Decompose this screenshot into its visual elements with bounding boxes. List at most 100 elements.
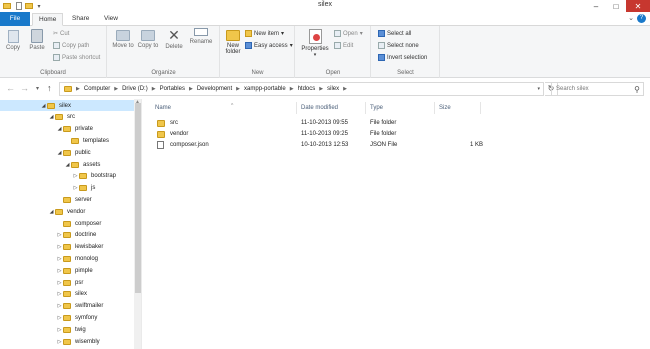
address-dropdown-icon[interactable]: ▾	[537, 86, 540, 92]
cut-button[interactable]: ✂ Cut	[53, 30, 69, 38]
expanded-triangle-icon[interactable]: ◢	[56, 150, 63, 156]
expanded-triangle-icon[interactable]: ◢	[56, 126, 63, 132]
copy-button[interactable]: Copy	[4, 30, 22, 51]
copy-icon	[7, 30, 19, 43]
chevron-right-icon[interactable]: ▶	[319, 86, 323, 92]
file-row[interactable]: vendor 11-10-2013 09:25 File folder	[151, 129, 491, 140]
address-bar[interactable]: ▶ Computer ▶ Drive (D:) ▶ Portables ▶ De…	[59, 82, 544, 96]
tree-item[interactable]: ▷ symfony	[0, 312, 134, 323]
column-header-size[interactable]: Size	[435, 102, 481, 114]
nav-scrollbar[interactable]: ▲	[134, 99, 141, 349]
invert-selection-button[interactable]: Invert selection	[378, 54, 427, 61]
tree-item[interactable]: ▷ wisembly	[0, 336, 134, 347]
tree-item[interactable]: templates	[0, 135, 134, 146]
properties-button[interactable]: Properties ▾	[299, 29, 331, 58]
collapsed-triangle-icon[interactable]: ▷	[56, 291, 63, 297]
collapsed-triangle-icon[interactable]: ▷	[56, 268, 63, 274]
chevron-right-icon[interactable]: ▶	[114, 86, 118, 92]
tree-item[interactable]: composer	[0, 218, 134, 229]
column-header-date[interactable]: Date modified	[297, 102, 366, 114]
chevron-right-icon[interactable]: ▶	[189, 86, 193, 92]
easy-access-button[interactable]: Easy access ▾	[245, 42, 293, 49]
collapsed-triangle-icon[interactable]: ▷	[56, 339, 63, 345]
scrollbar-thumb[interactable]	[135, 103, 141, 293]
forward-arrow-icon[interactable]: →	[20, 83, 29, 93]
rename-button[interactable]: Rename	[188, 28, 214, 45]
new-folder-button[interactable]: New folder	[223, 30, 243, 55]
back-arrow-icon[interactable]: ←	[6, 83, 15, 93]
expanded-triangle-icon[interactable]: ◢	[64, 162, 71, 168]
breadcrumb-development[interactable]: Development	[197, 86, 232, 92]
tree-item[interactable]: ◢ src	[0, 112, 134, 123]
new-item-button[interactable]: New item ▾	[245, 30, 284, 37]
open-button[interactable]: Open ▾	[334, 30, 363, 37]
select-all-button[interactable]: Select all	[378, 30, 411, 37]
chevron-right-icon[interactable]: ▶	[343, 86, 347, 92]
minimize-button[interactable]: –	[586, 0, 606, 12]
collapsed-triangle-icon[interactable]: ▷	[56, 256, 63, 262]
collapsed-triangle-icon[interactable]: ▷	[72, 173, 79, 179]
tab-file[interactable]: File	[0, 12, 30, 26]
copy-to-button[interactable]: Copy to	[137, 30, 159, 49]
close-button[interactable]: ✕	[626, 0, 650, 12]
chevron-right-icon[interactable]: ▶	[76, 86, 80, 92]
tab-share[interactable]: Share	[66, 13, 95, 26]
chevron-right-icon[interactable]: ▶	[236, 86, 240, 92]
collapsed-triangle-icon[interactable]: ▷	[56, 280, 63, 286]
file-row[interactable]: composer.json 10-10-2013 12:53 JSON File…	[151, 140, 491, 151]
tree-item[interactable]: ▷ swiftmailer	[0, 301, 134, 312]
tree-item[interactable]: ▷ lewisbaker	[0, 242, 134, 253]
tree-item[interactable]: ◢ vendor	[0, 206, 134, 217]
tree-item[interactable]: ▷ pimple	[0, 265, 134, 276]
expanded-triangle-icon[interactable]: ◢	[48, 209, 55, 215]
collapsed-triangle-icon[interactable]: ▷	[56, 303, 63, 309]
chevron-right-icon[interactable]: ▶	[152, 86, 156, 92]
chevron-right-icon[interactable]: ▶	[290, 86, 294, 92]
tree-item[interactable]: ▷ twig	[0, 324, 134, 335]
breadcrumb-computer[interactable]: Computer	[84, 86, 110, 92]
tree-item[interactable]: ▷ psr	[0, 277, 134, 288]
file-row[interactable]: src 11-10-2013 09:55 File folder	[151, 118, 491, 129]
expanded-triangle-icon[interactable]: ◢	[40, 103, 47, 109]
chevron-down-icon[interactable]: ⌄	[628, 14, 634, 22]
breadcrumb-htdocs[interactable]: htdocs	[298, 86, 316, 92]
tree-item[interactable]: ◢ assets	[0, 159, 134, 170]
tree-item[interactable]: ▷ doctrine	[0, 230, 134, 241]
collapsed-triangle-icon[interactable]: ▷	[56, 327, 63, 333]
tree-item[interactable]: ◢ silex	[0, 100, 134, 111]
search-input[interactable]: Search silex ⚲	[551, 82, 644, 96]
breadcrumb-drive[interactable]: Drive (D:)	[122, 86, 148, 92]
move-to-button[interactable]: Move to	[112, 30, 134, 49]
up-arrow-icon[interactable]: ↑	[47, 83, 52, 93]
tree-item[interactable]: ◢ private	[0, 124, 134, 135]
select-none-button[interactable]: Select none	[378, 42, 419, 49]
search-icon[interactable]: ⚲	[634, 84, 640, 96]
collapsed-triangle-icon[interactable]: ▷	[72, 185, 79, 191]
tree-item[interactable]: ▷ bootstrap	[0, 171, 134, 182]
breadcrumb-xampp-portable[interactable]: xampp-portable	[244, 86, 286, 92]
copy-path-button[interactable]: Copy path	[53, 42, 89, 49]
breadcrumb-portables[interactable]: Portables	[160, 86, 185, 92]
collapsed-triangle-icon[interactable]: ▷	[56, 315, 63, 321]
edit-button[interactable]: Edit	[334, 42, 353, 49]
delete-button[interactable]: ✕ Delete	[163, 28, 185, 50]
paste-shortcut-button[interactable]: Paste shortcut	[53, 54, 100, 61]
paste-button[interactable]: Paste	[27, 29, 47, 51]
tab-home[interactable]: Home	[32, 13, 64, 26]
column-header-type[interactable]: Type	[366, 102, 435, 114]
maximize-button[interactable]: □	[606, 0, 626, 12]
collapsed-triangle-icon[interactable]: ▷	[56, 244, 63, 250]
tab-view[interactable]: View	[98, 13, 124, 26]
tree-item[interactable]: ◢ public	[0, 147, 134, 158]
column-header-name[interactable]: Name ^	[151, 102, 297, 114]
tree-item[interactable]: ▷ silex	[0, 289, 134, 300]
tree-item[interactable]: ▷ js	[0, 183, 134, 194]
collapsed-triangle-icon[interactable]: ▷	[56, 232, 63, 238]
tree-item[interactable]: ▷ monolog	[0, 253, 134, 264]
tree-item[interactable]: server	[0, 194, 134, 205]
breadcrumb-silex[interactable]: silex	[327, 86, 339, 92]
file-type: JSON File	[370, 142, 398, 148]
expanded-triangle-icon[interactable]: ◢	[48, 114, 55, 120]
recent-locations-icon[interactable]: ▾	[36, 85, 39, 92]
help-icon[interactable]: ?	[637, 14, 646, 23]
